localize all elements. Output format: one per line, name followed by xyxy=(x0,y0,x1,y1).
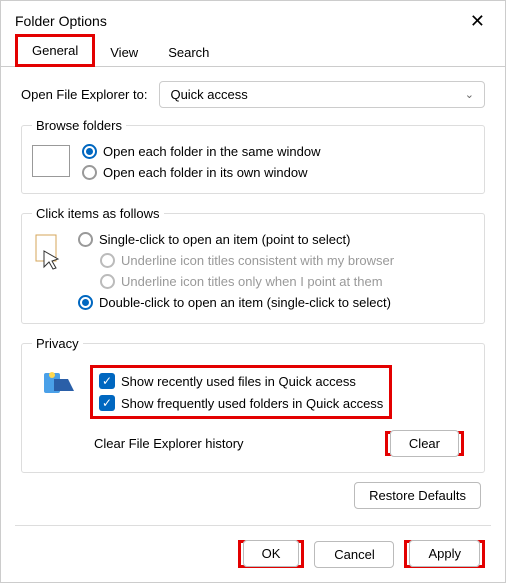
clear-history-label: Clear File Explorer history xyxy=(94,436,244,451)
check-recent-files-label: Show recently used files in Quick access xyxy=(121,374,356,389)
check-frequent-folders-label: Show frequently used folders in Quick ac… xyxy=(121,396,383,411)
radio-underline-browser-label: Underline icon titles consistent with my… xyxy=(121,253,394,268)
radio-single-click-label: Single-click to open an item (point to s… xyxy=(99,232,350,247)
folder-options-dialog: Folder Options ✕ General View Search Ope… xyxy=(0,0,506,583)
apply-highlight: Apply xyxy=(404,540,485,568)
radio-single-click[interactable]: Single-click to open an item (point to s… xyxy=(78,229,474,250)
checkbox-icon: ✓ xyxy=(99,395,115,411)
radio-icon xyxy=(100,274,115,289)
chevron-down-icon: ⌄ xyxy=(465,88,474,101)
click-items-legend: Click items as follows xyxy=(32,206,164,221)
tab-search-label: Search xyxy=(168,45,209,60)
radio-underline-point: Underline icon titles only when I point … xyxy=(78,271,474,292)
radio-double-click-label: Double-click to open an item (single-cli… xyxy=(99,295,391,310)
divider xyxy=(15,525,491,526)
check-recent-files[interactable]: ✓ Show recently used files in Quick acce… xyxy=(95,370,387,392)
open-explorer-label: Open File Explorer to: xyxy=(21,87,147,102)
browse-folders-group: Browse folders Open each folder in the s… xyxy=(21,118,485,194)
privacy-icon xyxy=(42,369,78,401)
radio-own-window-label: Open each folder in its own window xyxy=(103,165,308,180)
radio-icon xyxy=(82,144,97,159)
check-frequent-folders[interactable]: ✓ Show frequently used folders in Quick … xyxy=(95,392,387,414)
dialog-buttons: OK Cancel Apply xyxy=(238,540,485,568)
radio-underline-browser: Underline icon titles consistent with my… xyxy=(78,250,474,271)
restore-row: Restore Defaults xyxy=(21,487,485,505)
radio-icon xyxy=(100,253,115,268)
open-explorer-dropdown[interactable]: Quick access ⌄ xyxy=(159,81,485,108)
privacy-highlight: ✓ Show recently used files in Quick acce… xyxy=(90,365,392,419)
radio-double-click[interactable]: Double-click to open an item (single-cli… xyxy=(78,292,474,313)
clear-history-row: Clear File Explorer history Clear xyxy=(90,431,464,456)
clear-highlight: Clear xyxy=(385,431,464,456)
radio-underline-point-label: Underline icon titles only when I point … xyxy=(121,274,383,289)
radio-icon xyxy=(78,295,93,310)
restore-defaults-button[interactable]: Restore Defaults xyxy=(354,482,481,509)
privacy-legend: Privacy xyxy=(32,336,83,351)
open-explorer-value: Quick access xyxy=(170,87,247,102)
radio-own-window[interactable]: Open each folder in its own window xyxy=(82,162,474,183)
content-area: Open File Explorer to: Quick access ⌄ Br… xyxy=(1,67,505,515)
checkbox-icon: ✓ xyxy=(99,373,115,389)
tab-strip: General View Search xyxy=(1,37,505,67)
ok-highlight: OK xyxy=(238,540,305,568)
ok-button[interactable]: OK xyxy=(243,540,300,567)
titlebar: Folder Options ✕ xyxy=(1,1,505,37)
privacy-group: Privacy ✓ Show recently used files in Qu… xyxy=(21,336,485,473)
radio-icon xyxy=(78,232,93,247)
radio-icon xyxy=(82,165,97,180)
tab-general[interactable]: General xyxy=(15,34,95,67)
window-title: Folder Options xyxy=(15,13,107,29)
open-explorer-row: Open File Explorer to: Quick access ⌄ xyxy=(21,81,485,108)
cursor-icon xyxy=(32,233,66,271)
cancel-button[interactable]: Cancel xyxy=(314,541,394,568)
radio-same-window[interactable]: Open each folder in the same window xyxy=(82,141,474,162)
click-items-group: Click items as follows Single-click to o… xyxy=(21,206,485,324)
tab-search[interactable]: Search xyxy=(153,38,224,67)
close-icon[interactable]: ✕ xyxy=(462,9,493,34)
radio-same-window-label: Open each folder in the same window xyxy=(103,144,321,159)
browse-folders-legend: Browse folders xyxy=(32,118,126,133)
clear-button[interactable]: Clear xyxy=(390,430,459,457)
tab-view[interactable]: View xyxy=(95,38,153,67)
tab-view-label: View xyxy=(110,45,138,60)
folder-icon xyxy=(32,145,70,177)
tab-general-label: General xyxy=(32,43,78,58)
apply-button[interactable]: Apply xyxy=(409,540,480,567)
